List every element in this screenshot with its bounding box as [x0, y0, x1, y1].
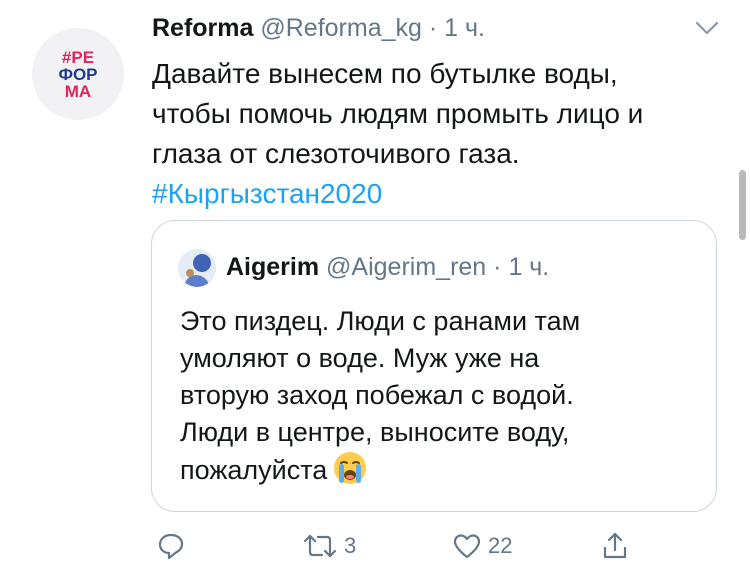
like-button[interactable]: 22	[452, 526, 512, 566]
quoted-last-line: пожалуйста	[180, 451, 700, 489]
author-handle[interactable]: @Reforma_kg	[260, 14, 422, 42]
tweet-body: Давайте вынесем по бутылке воды, чтобы п…	[152, 54, 722, 214]
reply-icon	[156, 531, 186, 561]
tweet-line: глаза от слезоточивого газа.	[152, 138, 520, 169]
retweet-count: 3	[344, 533, 357, 558]
heart-icon	[452, 531, 482, 561]
logo-line-3: МА	[64, 81, 92, 101]
tweet-line: Давайте вынесем по бутылке воды,	[152, 58, 618, 89]
quoted-line: Люди в центре, выносите воду,	[180, 417, 570, 447]
meta-separator: ·	[428, 14, 438, 42]
retweet-button[interactable]: 3	[302, 526, 356, 566]
crying-face-emoji	[333, 451, 367, 485]
tweet-actions: 3 22	[0, 526, 750, 566]
quoted-tweet-body: Это пиздец. Люди с ранами там умоляют о …	[180, 303, 700, 489]
tweet-time[interactable]: 1 ч.	[444, 14, 485, 42]
reforma-avatar[interactable]: #РЕ ФОР МА	[32, 28, 124, 120]
quoted-author-handle[interactable]: @Aigerim_ren	[326, 253, 486, 281]
logo-line-2: ФОР	[58, 64, 98, 84]
quoted-tweet-card[interactable]: Aigerim @Aigerim_ren · 1 ч. Это пиздец. …	[151, 220, 717, 512]
reply-button[interactable]	[156, 526, 192, 566]
hashtag-link[interactable]: #Кыргызстан2020	[152, 174, 722, 214]
tweet-line: чтобы помочь людям промыть лицо и	[152, 98, 644, 129]
quoted-line: вторую заход побежал с водой.	[180, 380, 574, 410]
quoted-header: Aigerim @Aigerim_ren · 1 ч.	[226, 253, 549, 282]
author-name[interactable]: Reforma	[152, 14, 253, 42]
share-button[interactable]	[600, 526, 630, 566]
quoted-avatar	[178, 249, 216, 287]
like-count: 22	[488, 533, 513, 558]
quoted-meta-separator: ·	[493, 253, 502, 281]
chevron-down-icon[interactable]	[694, 18, 720, 38]
retweet-icon	[302, 531, 338, 561]
quoted-tweet-time: 1 ч.	[508, 253, 550, 281]
quoted-line: умоляют о воде. Муж уже на	[180, 343, 540, 373]
share-icon	[600, 531, 630, 561]
tweet-header: Reforma @Reforma_kg · 1 ч.	[152, 14, 485, 43]
quoted-line: Это пиздец. Люди с ранами там	[180, 306, 581, 336]
quoted-author-name[interactable]: Aigerim	[226, 253, 319, 281]
quoted-line: пожалуйста	[180, 455, 328, 485]
logo-line-1: #РЕ	[61, 47, 95, 67]
scrollbar[interactable]	[739, 170, 746, 240]
reforma-logo: #РЕ ФОР МА	[58, 49, 97, 100]
